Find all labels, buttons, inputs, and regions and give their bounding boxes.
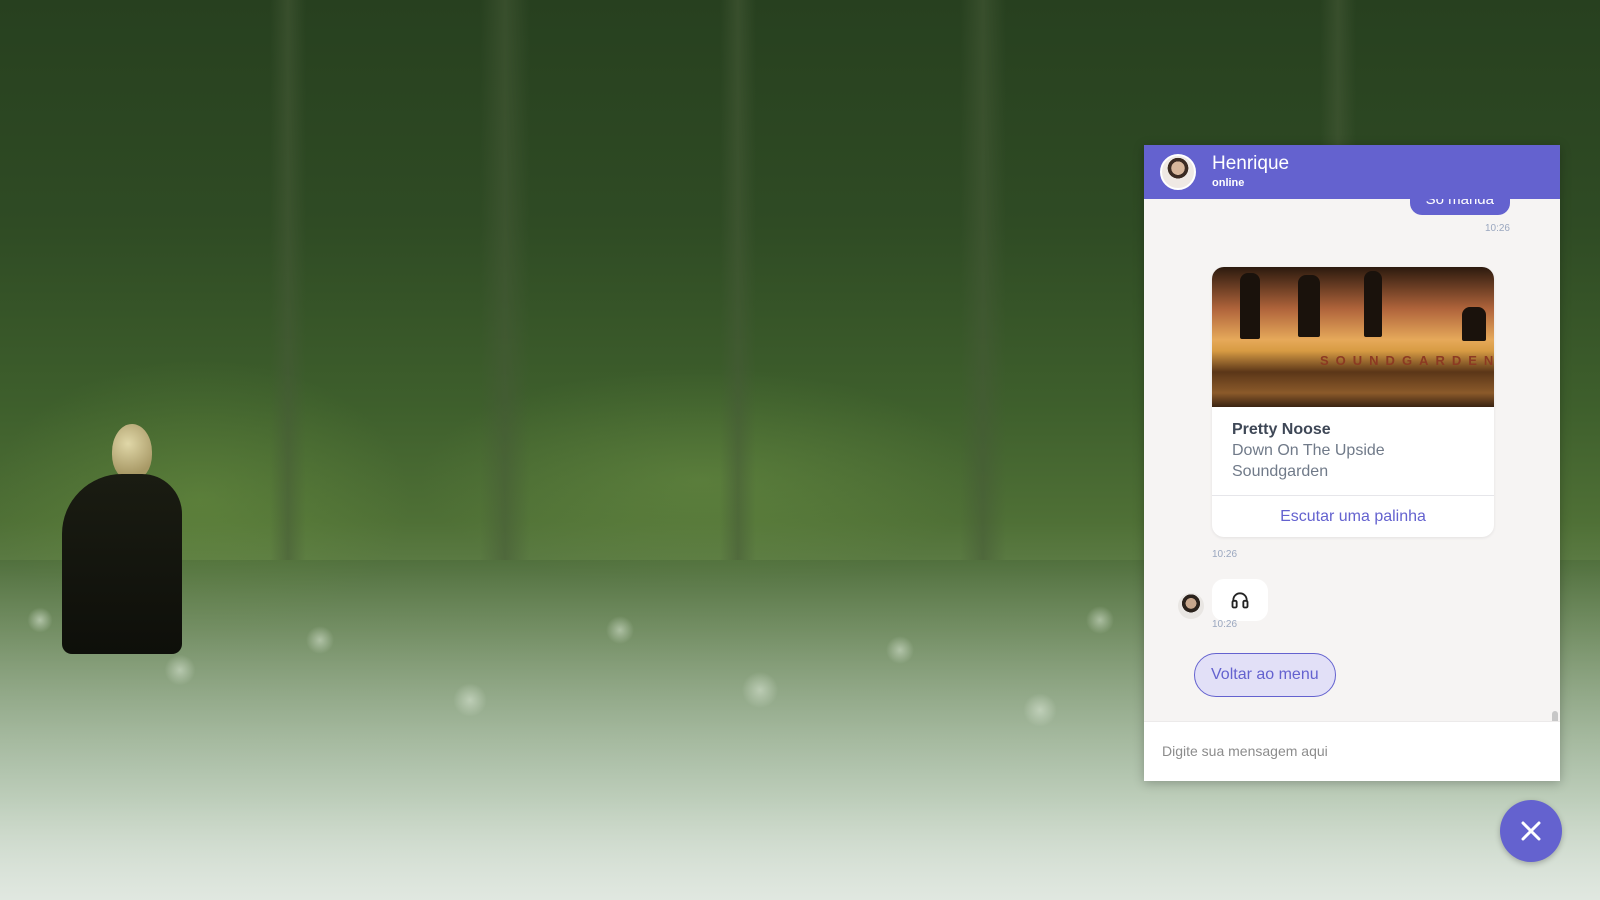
tree-trunk — [960, 0, 1006, 560]
walking-figure — [62, 424, 182, 654]
scrollbar-thumb[interactable] — [1552, 711, 1558, 721]
sender-avatar — [1178, 593, 1204, 619]
tree-trunk — [480, 0, 530, 560]
song-album: Down On The Upside — [1232, 442, 1385, 459]
listen-preview-link[interactable]: Escutar uma palinha — [1212, 495, 1494, 537]
song-card: SOUNDGARDEN Pretty Noose Down On The Ups… — [1212, 267, 1494, 537]
contact-info: Henrique online — [1212, 153, 1289, 191]
figure-cloak — [62, 474, 182, 654]
headphones-icon — [1231, 592, 1249, 609]
cover-figure — [1240, 273, 1260, 339]
chat-window: Henrique online Só manda 10:26 SOUNDGARD… — [1144, 145, 1560, 781]
contact-status: online — [1212, 177, 1245, 189]
cover-band-name: SOUNDGARDEN — [1320, 353, 1494, 368]
contact-name: Henrique — [1212, 153, 1290, 174]
message-timestamp: 10:26 — [1484, 223, 1510, 234]
cover-figure — [1462, 307, 1486, 341]
close-chat-button[interactable] — [1500, 800, 1562, 862]
message-composer — [1144, 721, 1560, 781]
icon-message — [1212, 579, 1268, 621]
song-artist: Soundgarden — [1232, 463, 1329, 480]
message-timestamp: 10:26 — [1212, 619, 1238, 630]
cover-figure — [1298, 275, 1320, 337]
message-input[interactable] — [1144, 722, 1560, 780]
close-icon — [1521, 821, 1541, 841]
song-info: Pretty Noose Down On The Upside Soundgar… — [1212, 407, 1494, 495]
song-title: Pretty Noose — [1232, 421, 1331, 438]
album-cover: SOUNDGARDEN — [1212, 267, 1494, 407]
cover-figure — [1364, 271, 1382, 337]
tree-trunk — [720, 0, 756, 560]
message-timestamp: 10:26 — [1212, 549, 1238, 560]
outgoing-message: Só manda — [1409, 199, 1510, 215]
message-list[interactable]: Só manda 10:26 SOUNDGARDEN Pretty Noose … — [1144, 199, 1560, 721]
contact-avatar — [1160, 154, 1196, 190]
figure-head — [112, 424, 152, 480]
chat-header: Henrique online — [1144, 145, 1560, 199]
tree-trunk — [270, 0, 306, 560]
back-to-menu-button[interactable]: Voltar ao menu — [1194, 653, 1336, 697]
